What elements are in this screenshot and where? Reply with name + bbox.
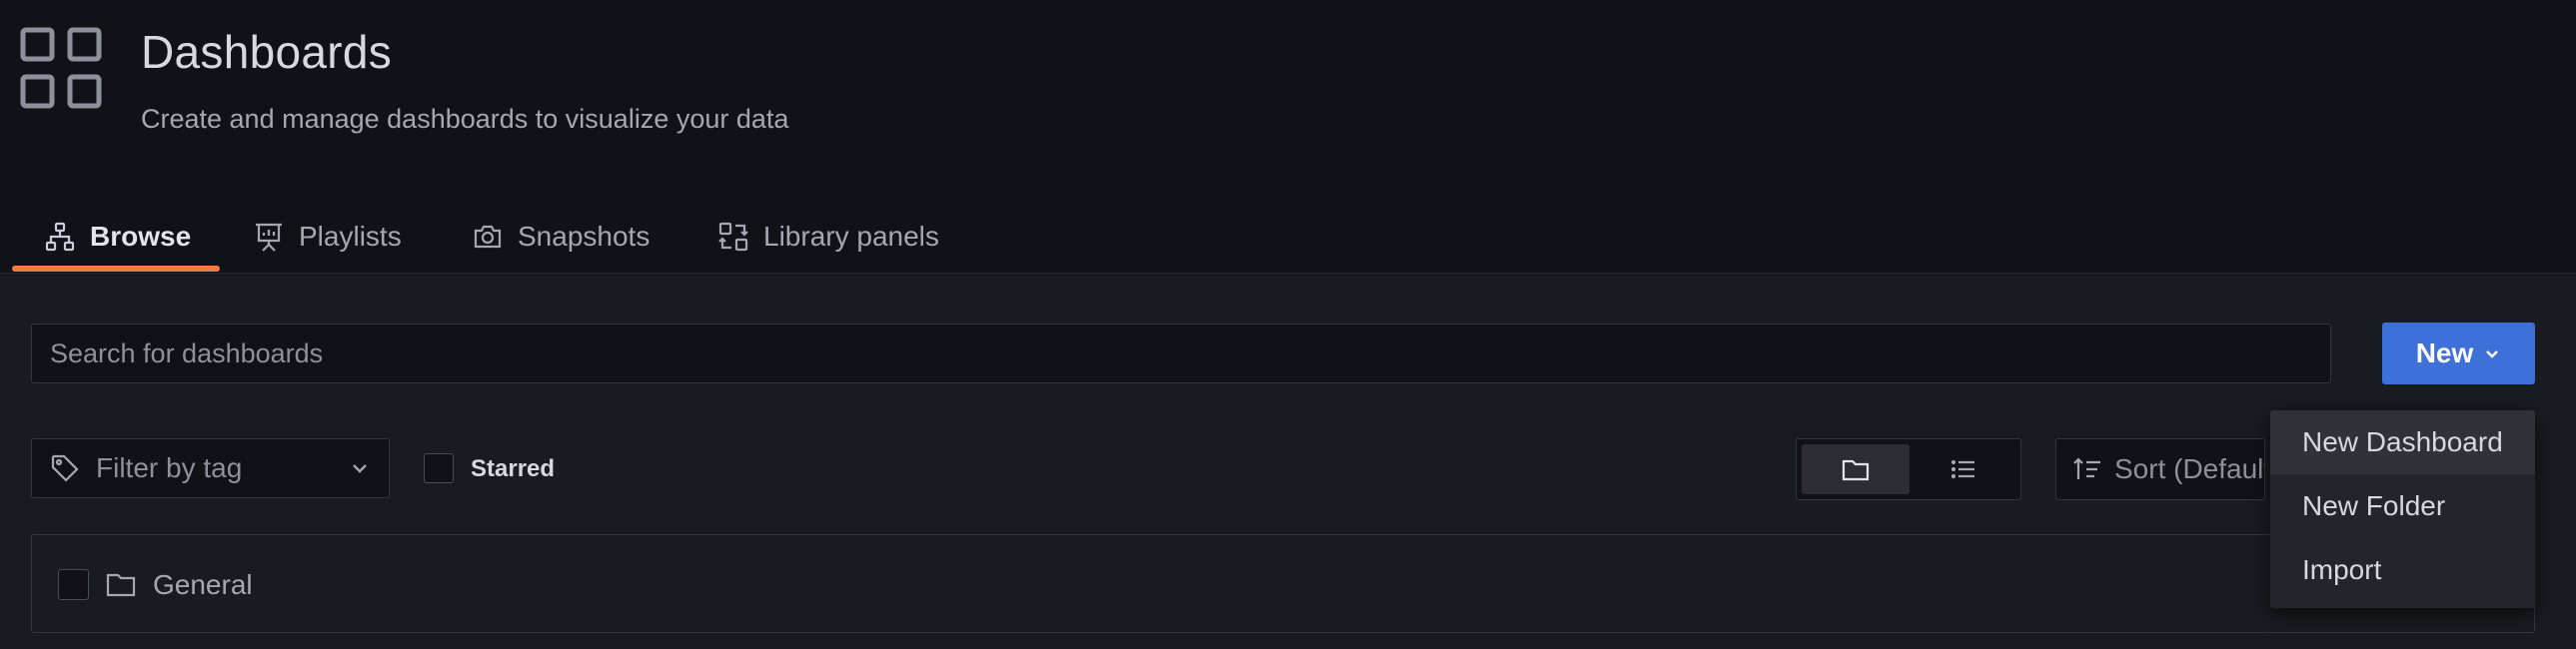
search-input[interactable]: [31, 324, 2331, 383]
folder-icon: [1842, 459, 1870, 481]
new-button[interactable]: New: [2382, 323, 2535, 384]
tag-icon: [51, 454, 79, 482]
page-title: Dashboards: [141, 26, 393, 78]
folder-checkbox[interactable]: [58, 569, 89, 600]
chevron-down-icon: [353, 464, 367, 473]
folder-row[interactable]: General: [31, 534, 2535, 633]
library-panels-icon: [718, 222, 748, 252]
starred-label: Starred: [471, 455, 556, 482]
menu-item-import[interactable]: Import: [2270, 538, 2535, 602]
new-dropdown-menu: New Dashboard New Folder Import: [2270, 410, 2535, 608]
folder-icon: [106, 573, 136, 597]
dashboards-grid-icon: [20, 27, 102, 109]
camera-icon: [474, 225, 502, 249]
tab-label: Playlists: [299, 221, 402, 252]
starred-checkbox[interactable]: [424, 453, 454, 483]
tab-label: Browse: [90, 221, 192, 252]
tab-snapshots[interactable]: Snapshots: [472, 212, 649, 262]
list-view-button[interactable]: [1910, 444, 2017, 494]
tab-label: Snapshots: [518, 221, 650, 252]
folder-name: General: [153, 569, 253, 600]
tab-library-panels[interactable]: Library panels: [717, 212, 939, 262]
sort-amount-up-icon: [2073, 457, 2100, 479]
menu-item-new-dashboard[interactable]: New Dashboard: [2270, 410, 2535, 474]
page-subtitle: Create and manage dashboards to visualiz…: [141, 104, 789, 134]
tab-playlists[interactable]: Playlists: [253, 212, 402, 262]
tab-label: Library panels: [763, 221, 939, 252]
view-toggle: [1796, 438, 2021, 500]
folder-view-button[interactable]: [1802, 444, 1910, 494]
sort-select[interactable]: Sort (Default A–Z): [2055, 438, 2265, 500]
chevron-down-icon: [2486, 350, 2499, 358]
tag-filter-placeholder: Filter by tag: [96, 452, 243, 483]
sort-label: Sort (Default A–Z): [2114, 453, 2265, 484]
list-icon: [1950, 459, 1974, 479]
new-button-label: New: [2415, 337, 2474, 368]
page-header: Dashboards Create and manage dashboards …: [0, 0, 2576, 274]
active-tab-indicator: [12, 266, 220, 272]
tag-filter[interactable]: Filter by tag: [31, 438, 390, 498]
menu-item-new-folder[interactable]: New Folder: [2270, 474, 2535, 538]
sitemap-icon: [45, 222, 75, 252]
tab-browse[interactable]: Browse: [44, 212, 191, 262]
presentation-icon: [256, 223, 282, 252]
